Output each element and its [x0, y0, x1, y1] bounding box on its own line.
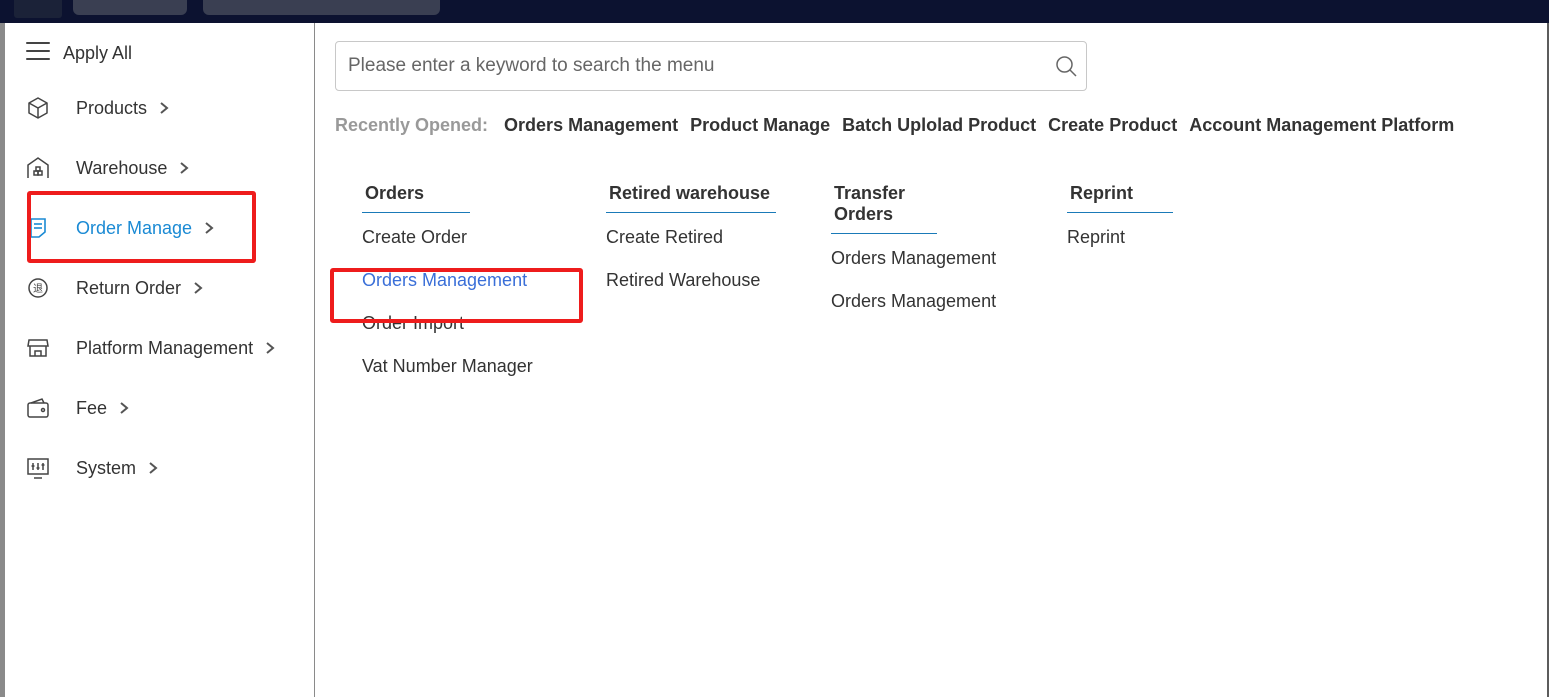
- return-icon: 退: [25, 275, 51, 301]
- menu-column-transfer-orders: Transfer Orders Orders Management Orders…: [831, 183, 996, 332]
- column-heading: Retired warehouse: [606, 183, 776, 213]
- sidebar-item-label: Warehouse: [76, 157, 168, 178]
- wallet-icon: [25, 395, 51, 421]
- sidebar-item-fee[interactable]: Fee: [25, 393, 131, 423]
- search-icon[interactable]: [1054, 54, 1078, 78]
- search-input[interactable]: [336, 42, 1036, 90]
- recent-item[interactable]: Account Management Platform: [1189, 115, 1454, 136]
- menu-link-reprint[interactable]: Reprint: [1067, 225, 1173, 268]
- menu-column-retired-warehouse: Retired warehouse Create Retired Retired…: [606, 183, 776, 311]
- sidebar-item-label: Return Order: [76, 277, 182, 298]
- apply-all-button[interactable]: Apply All: [25, 41, 132, 65]
- recent-item[interactable]: Product Manage: [690, 115, 830, 136]
- app-logo[interactable]: [14, 0, 62, 18]
- highlight-box-order-manage: [27, 191, 256, 263]
- column-heading: Reprint: [1067, 183, 1173, 213]
- sidebar-item-label: Products: [76, 97, 148, 118]
- recent-item[interactable]: Batch Uplolad Product: [842, 115, 1036, 136]
- top-bar: [0, 0, 1549, 23]
- column-heading: Orders: [362, 183, 470, 213]
- main-panel: Recently Opened: Orders Management Produ…: [316, 23, 1547, 697]
- menu-link-create-order[interactable]: Create Order: [362, 225, 533, 268]
- sidebar-item-warehouse[interactable]: Warehouse: [25, 153, 191, 183]
- sidebar-item-label: Platform Management: [76, 337, 254, 358]
- chevron-right-icon: [265, 341, 277, 355]
- warehouse-icon: [25, 155, 51, 181]
- menu-link-create-retired[interactable]: Create Retired: [606, 225, 776, 268]
- chevron-right-icon: [148, 461, 160, 475]
- cube-icon: [25, 95, 51, 121]
- menu-link-vat-number-manager[interactable]: Vat Number Manager: [362, 354, 533, 397]
- store-icon: [25, 335, 51, 361]
- menu-link-retired-warehouse[interactable]: Retired Warehouse: [606, 268, 776, 311]
- sidebar: Apply All Products Warehouse Order Manag…: [5, 23, 315, 697]
- sidebar-item-products[interactable]: Products: [25, 93, 171, 123]
- recently-opened-bar: Recently Opened: Orders Management Produ…: [335, 113, 1466, 137]
- sidebar-item-system[interactable]: System: [25, 453, 160, 483]
- recent-item[interactable]: Create Product: [1048, 115, 1177, 136]
- sidebar-item-platform-management[interactable]: Platform Management: [25, 333, 277, 363]
- top-tab-2[interactable]: [203, 0, 440, 15]
- monitor-settings-icon: [25, 455, 51, 481]
- sidebar-item-return-order[interactable]: 退 Return Order: [25, 273, 205, 303]
- chevron-right-icon: [159, 101, 171, 115]
- highlight-box-orders-management: [330, 268, 583, 323]
- hamburger-menu-icon: [25, 40, 51, 67]
- sidebar-item-label: System: [76, 457, 137, 478]
- recently-opened-label: Recently Opened:: [335, 114, 489, 135]
- menu-link-orders-management[interactable]: Orders Management: [831, 289, 996, 332]
- chevron-right-icon: [179, 161, 191, 175]
- top-tab-1[interactable]: [73, 0, 187, 15]
- column-heading: Transfer Orders: [831, 183, 937, 234]
- recent-item[interactable]: Orders Management: [504, 115, 678, 136]
- menu-link-orders-management[interactable]: Orders Management: [831, 246, 996, 289]
- sidebar-item-label: Fee: [76, 397, 108, 418]
- chevron-right-icon: [119, 401, 131, 415]
- chevron-right-icon: [193, 281, 205, 295]
- menu-column-reprint: Reprint Reprint: [1067, 183, 1173, 268]
- svg-text:退: 退: [33, 283, 43, 295]
- apply-all-label: Apply All: [63, 42, 133, 63]
- menu-search-box: [335, 41, 1087, 91]
